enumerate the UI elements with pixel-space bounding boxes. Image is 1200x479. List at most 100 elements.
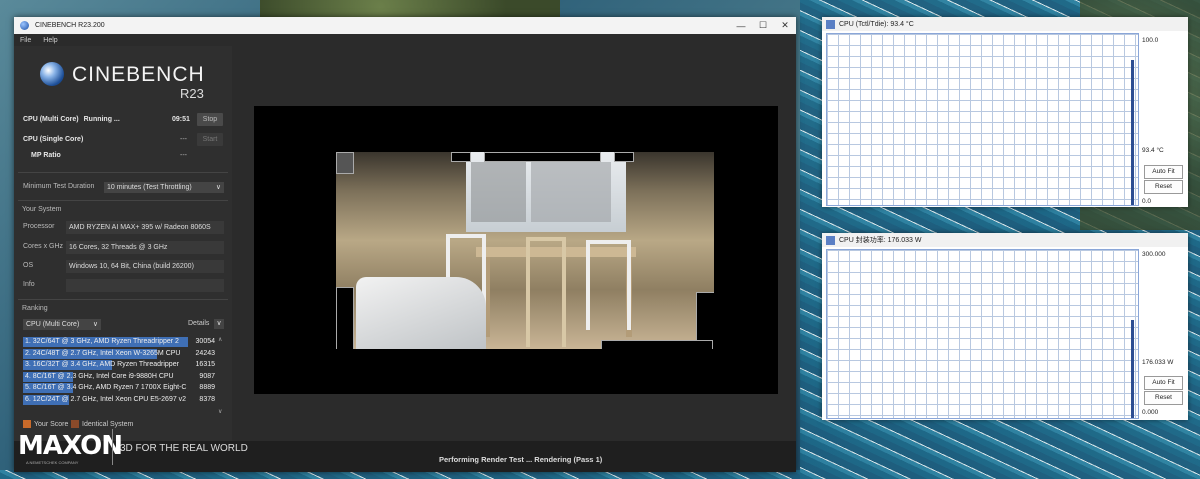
min-value: 0.0: [1142, 198, 1152, 205]
ranking-select-value: CPU (Multi Core): [26, 321, 80, 328]
ranking-score: 30054: [195, 338, 215, 345]
render-bucket: [601, 340, 713, 349]
close-icon[interactable]: ✕: [774, 20, 796, 31]
maxon-subtitle: A NEMETSCHEK COMPANY: [26, 460, 79, 465]
ranking-row[interactable]: 5. 8C/16T @ 3.4 GHz, AMD Ryzen 7 1700X E…: [23, 382, 223, 394]
divider: [18, 299, 228, 300]
min-duration-select[interactable]: 10 minutes (Test Throttling) ∨: [104, 182, 224, 193]
max-value: 300.000: [1142, 251, 1166, 258]
chevron-down-icon: ∨: [92, 321, 98, 328]
ranking-score: 9087: [199, 372, 215, 380]
cinebench-app-icon: [20, 21, 29, 30]
ranking-row[interactable]: 1. 32C/64T @ 3 GHz, AMD Ryzen Threadripp…: [23, 336, 223, 348]
multi-core-status: Running ...: [83, 115, 120, 123]
ranking-text: 1. 32C/64T @ 3 GHz, AMD Ryzen Threadripp…: [25, 338, 179, 345]
render-bucket: [336, 152, 354, 174]
reset-button[interactable]: Reset: [1144, 391, 1183, 405]
stop-button[interactable]: Stop: [197, 113, 223, 126]
monitor-title: CPU (Tctl/Tdie): 93.4 °C: [839, 20, 914, 28]
monitor-app-icon: [826, 235, 835, 245]
test-multi-core: CPU (Multi Core) Running ... 09:51: [23, 112, 223, 126]
footer-bar: MAXON A NEMETSCHEK COMPANY 3D FOR THE RE…: [14, 429, 796, 472]
os-value: Windows 10, 64 Bit, China (build 26200): [66, 260, 224, 273]
your-score-swatch: [23, 420, 31, 428]
render-status: Performing Render Test ... Rendering (Pa…: [439, 455, 603, 464]
power-trace: [1131, 320, 1134, 418]
divider: [18, 200, 228, 201]
chevron-down-icon: ∨: [215, 184, 221, 191]
chair: [526, 237, 566, 347]
temperature-trace: [1131, 60, 1134, 205]
minimize-icon[interactable]: —: [730, 21, 752, 31]
ranking-title: Ranking: [22, 305, 48, 312]
logo-name: CINEBENCH: [72, 63, 205, 86]
menu-help[interactable]: Help: [43, 37, 57, 44]
render-bucket: [484, 152, 601, 162]
menu-bar: File Help: [14, 34, 796, 46]
window-pane: [531, 162, 611, 222]
render-bucket: [451, 152, 471, 162]
processor-label: Processor: [23, 223, 55, 230]
mp-ratio-label: MP Ratio: [31, 151, 61, 159]
ranking-text: 2. 24C/48T @ 2.7 GHz, Intel Xeon W-3265M…: [25, 349, 181, 357]
details-label[interactable]: Details: [188, 320, 209, 327]
ranking-score: 8889: [199, 384, 215, 391]
maximize-icon[interactable]: ☐: [752, 20, 774, 31]
render-bucket: [336, 287, 354, 349]
processor-value: AMD RYZEN AI MAX+ 395 w/ Radeon 8060S: [66, 221, 224, 234]
window-title: CINEBENCH R23.200: [35, 22, 105, 29]
auto-fit-button[interactable]: Auto Fit: [1144, 165, 1183, 179]
scroll-down-icon[interactable]: ∨: [218, 408, 222, 415]
left-panel: CINEBENCH R23 CPU (Multi Core) Running .…: [14, 46, 232, 472]
min-duration-value: 10 minutes (Test Throttling): [107, 184, 192, 191]
ranking-list: 1. 32C/64T @ 3 GHz, AMD Ryzen Threadripp…: [23, 336, 223, 418]
render-bucket: [614, 152, 634, 162]
ranking-row[interactable]: 4. 8C/16T @ 2.3 GHz, Intel Core i9-9880H…: [23, 371, 223, 383]
details-chevron-icon[interactable]: ∨: [214, 319, 224, 329]
ranking-row[interactable]: 6. 12C/24T @ 2.7 GHz, Intel Xeon CPU E5-…: [23, 394, 223, 406]
reset-button[interactable]: Reset: [1144, 180, 1183, 194]
legend-your-score: Your Score: [23, 420, 68, 428]
scroll-up-icon[interactable]: ∧: [218, 336, 222, 343]
menu-file[interactable]: File: [20, 37, 31, 44]
window-pane: [471, 162, 526, 222]
title-bar[interactable]: CPU 封装功率: 176.033 W: [822, 233, 1188, 247]
ranking-scrollbar[interactable]: ∧ ∨: [218, 336, 222, 415]
max-value: 100.0: [1142, 37, 1159, 44]
test-single-core: CPU (Single Core) ---: [23, 132, 223, 146]
min-duration-label: Minimum Test Duration: [23, 183, 95, 190]
min-value: 0.000: [1142, 409, 1159, 416]
cinebench-window: CINEBENCH R23.200 — ☐ ✕ File Help CINEBE…: [14, 17, 796, 472]
info-label: Info: [23, 281, 35, 288]
temperature-monitor-window: CPU (Tctl/Tdie): 93.4 °C 100.0 93.4 °C 0…: [822, 17, 1188, 207]
start-button[interactable]: Start: [197, 133, 223, 146]
cores-value: 16 Cores, 32 Threads @ 3 GHz: [66, 241, 224, 254]
title-bar[interactable]: CPU (Tctl/Tdie): 93.4 °C: [822, 17, 1188, 31]
render-viewport: [254, 106, 778, 394]
monitor-app-icon: [826, 19, 835, 29]
cores-label: Cores x GHz: [23, 243, 64, 250]
current-value: 176.033 W: [1142, 359, 1174, 366]
power-graph: [826, 249, 1139, 419]
legend-identical: Identical System: [71, 420, 133, 428]
mp-ratio-row: MP Ratio ---: [23, 148, 223, 162]
render-image: [336, 152, 714, 349]
title-bar[interactable]: CINEBENCH R23.200 — ☐ ✕: [14, 17, 796, 34]
divider: [18, 172, 228, 173]
current-value: 93.4 °C: [1142, 147, 1164, 154]
monitor-title: CPU 封装功率: 176.033 W: [839, 237, 922, 244]
cinebench-logo: CINEBENCH R23: [40, 60, 210, 101]
armchair: [356, 277, 486, 349]
multi-core-label: CPU (Multi Core): [23, 115, 79, 123]
ranking-row[interactable]: 3. 16C/32T @ 3.4 GHz, AMD Ryzen Threadri…: [23, 359, 223, 371]
multi-core-time: 09:51: [172, 115, 190, 123]
ranking-row[interactable]: 2. 24C/48T @ 2.7 GHz, Intel Xeon W-3265M…: [23, 348, 223, 360]
info-field[interactable]: [66, 279, 224, 292]
identical-label: Identical System: [82, 420, 134, 428]
ranking-select[interactable]: CPU (Multi Core) ∨: [23, 319, 101, 330]
auto-fit-button[interactable]: Auto Fit: [1144, 376, 1183, 390]
ranking-text: 5. 8C/16T @ 3.4 GHz, AMD Ryzen 7 1700X E…: [25, 384, 187, 391]
single-core-label: CPU (Single Core): [23, 135, 84, 143]
ranking-text: 6. 12C/24T @ 2.7 GHz, Intel Xeon CPU E5-…: [25, 395, 187, 403]
identical-swatch: [71, 420, 79, 428]
